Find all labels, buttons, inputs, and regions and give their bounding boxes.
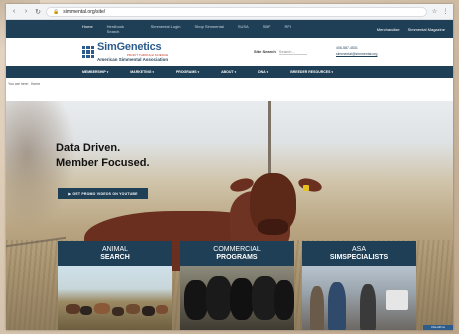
- hero-title-line1: Data Driven.: [56, 142, 121, 154]
- chevron-down-icon: ▾: [331, 70, 333, 74]
- contact-email[interactable]: simmental@simmental.org: [336, 51, 377, 57]
- hero-banner: Data Driven. Member Focused. ▶ GET PROMO…: [6, 101, 453, 330]
- logo-name: SimGenetics: [97, 41, 162, 53]
- monitor-screen: ‹ › ↻ 🔒 simmental.org/site/ ☆ ⋮ Home Her…: [6, 4, 453, 330]
- top-nav-herdbook[interactable]: Herdbook Search: [107, 24, 137, 34]
- specialists-photo: [302, 266, 416, 330]
- card-header: ANIMAL SEARCH: [58, 241, 172, 266]
- utility-pole: [268, 101, 271, 179]
- top-nav-right: Merchandise Simmental Magazine: [377, 27, 445, 32]
- top-nav-shop[interactable]: Shop Simmental: [194, 24, 223, 34]
- top-nav-rfi[interactable]: RFI: [285, 24, 291, 34]
- chevron-down-icon: ▾: [106, 70, 109, 74]
- card-asa-simspecialists[interactable]: ASA SIMSPECIALISTS: [302, 241, 416, 330]
- menu-about[interactable]: ABOUT▾: [221, 70, 236, 74]
- card-header: ASA SIMSPECIALISTS: [302, 241, 416, 266]
- herd-photo: [58, 266, 172, 330]
- cow-ear-tag: [303, 185, 309, 191]
- forward-icon[interactable]: ›: [22, 8, 30, 15]
- menu-programs[interactable]: PROGRAMS▾: [176, 70, 199, 74]
- breadcrumb-prefix: You are here:: [8, 81, 29, 86]
- breadcrumb-current[interactable]: Home: [31, 82, 40, 86]
- card-header: COMMERCIAL PROGRAMS: [180, 241, 294, 266]
- card-animal-search[interactable]: ANIMAL SEARCH: [58, 241, 172, 330]
- top-nav-magazine[interactable]: Simmental Magazine: [408, 27, 445, 32]
- url-text: simmental.org/site/: [63, 8, 106, 15]
- site-search-input[interactable]: Search...: [278, 49, 307, 55]
- top-nav-login[interactable]: Simmental Login: [151, 24, 181, 34]
- site-search: Site Search Search...: [254, 49, 307, 55]
- menu-icon[interactable]: ⋮: [442, 8, 449, 15]
- site-search-label: Site Search: [254, 49, 276, 54]
- card-title-line2: SEARCH: [100, 253, 130, 261]
- site-header: SimGenetics PROFIT THROUGH SCIENCE Ameri…: [6, 38, 453, 66]
- card-title-line2: SIMSPECIALISTS: [329, 253, 389, 261]
- chat-widget-button[interactable]: Chat with us: [423, 325, 453, 330]
- chevron-down-icon: ▾: [266, 70, 269, 74]
- reload-icon[interactable]: ↻: [34, 8, 42, 16]
- card-title-line1: ANIMAL: [101, 245, 129, 253]
- site-logo[interactable]: SimGenetics PROFIT THROUGH SCIENCE Ameri…: [82, 42, 168, 62]
- top-nav-home[interactable]: Home: [82, 24, 93, 34]
- lock-icon: 🔒: [53, 8, 60, 15]
- top-utility-nav: Home Herdbook Search Simmental Login Sho…: [6, 20, 453, 38]
- back-icon[interactable]: ‹: [10, 8, 18, 15]
- card-commercial-programs[interactable]: COMMERCIAL PROGRAMS: [180, 241, 294, 330]
- top-nav-merchandise[interactable]: Merchandise: [377, 27, 400, 32]
- black-cattle-photo: [180, 266, 294, 330]
- address-bar[interactable]: 🔒 simmental.org/site/: [46, 6, 427, 17]
- chevron-down-icon: ▾: [152, 70, 154, 74]
- chevron-down-icon: ▾: [234, 70, 237, 74]
- top-nav-sbf[interactable]: SBF: [263, 24, 271, 34]
- menu-dna[interactable]: DNA▾: [258, 70, 268, 74]
- menu-marketing[interactable]: MARKETING▾: [130, 70, 154, 74]
- contact-info: 406-587-4531 simmental@simmental.org: [336, 45, 377, 57]
- cow-muzzle: [258, 219, 288, 235]
- menu-membership[interactable]: MEMBERSHIP▾: [82, 70, 108, 74]
- top-nav-links: Home Herdbook Search Simmental Login Sho…: [82, 24, 291, 34]
- hero-title-line2: Member Focused.: [56, 157, 150, 169]
- logo-grid-icon: [82, 46, 94, 58]
- card-title-line2: PROGRAMS: [216, 253, 258, 261]
- breadcrumb: You are here: Home: [6, 78, 453, 89]
- top-nav-susa[interactable]: SUSA: [238, 24, 249, 34]
- star-icon[interactable]: ☆: [431, 8, 438, 15]
- cow-ear: [296, 176, 324, 194]
- menu-breeder-resources[interactable]: BREEDER RESOURCES▾: [290, 70, 333, 74]
- main-menu: MEMBERSHIP▾ MARKETING▾ PROGRAMS▾ ABOUT▾ …: [6, 66, 453, 78]
- card-title-line1: COMMERCIAL: [213, 245, 261, 253]
- youtube-promo-button[interactable]: ▶ GET PROMO VIDEOS ON YOUTUBE: [58, 188, 148, 199]
- card-title-line1: ASA: [351, 245, 366, 253]
- chevron-down-icon: ▾: [197, 70, 200, 74]
- browser-toolbar: ‹ › ↻ 🔒 simmental.org/site/ ☆ ⋮: [6, 4, 453, 20]
- hero-title: Data Driven. Member Focused.: [56, 141, 150, 171]
- logo-association: American Simmental Association: [97, 57, 169, 62]
